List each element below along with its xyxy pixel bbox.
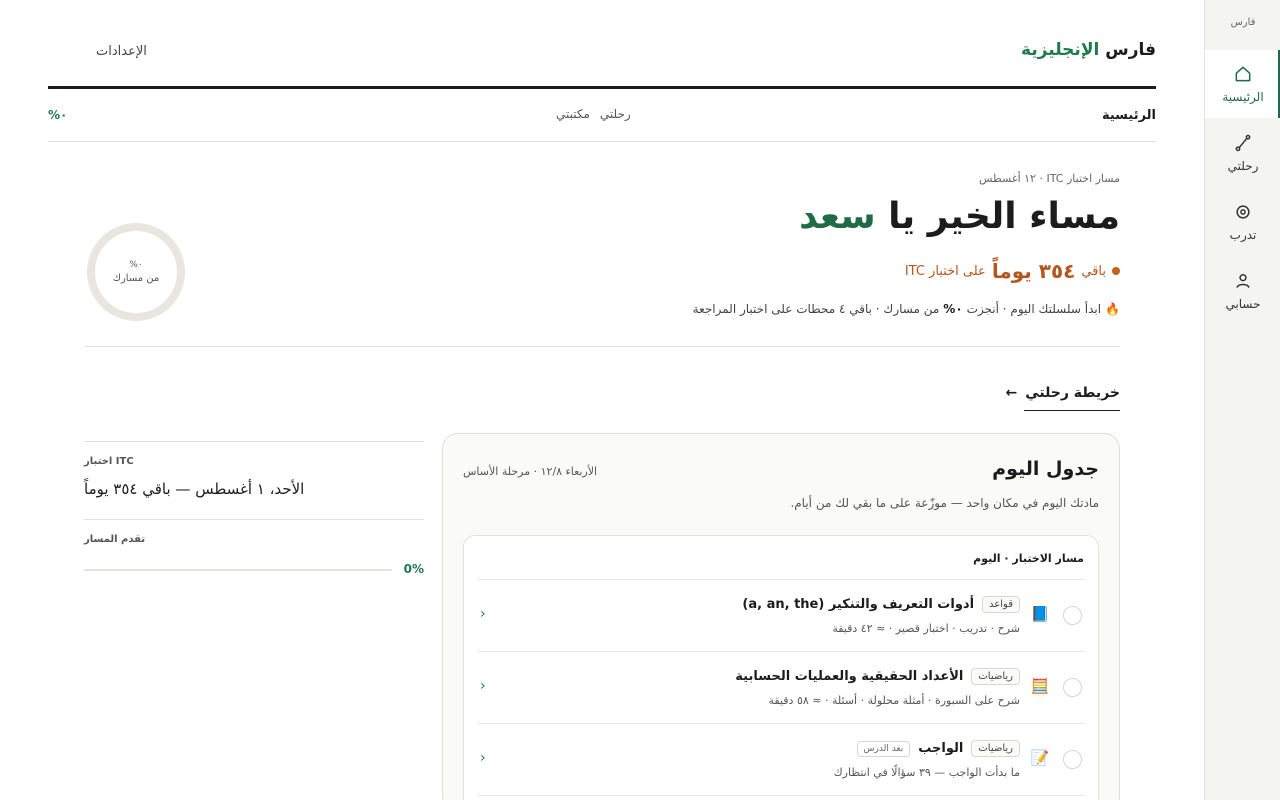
side-navigation: فارس الرئيسية رحلتي تدرب حسابي — [1204, 0, 1280, 800]
greeting-prefix: مساء الخير يا — [888, 196, 1120, 237]
ring-label: من مسارك — [112, 273, 160, 284]
lesson-details: شرح على السبورة · أمثلة محلولة · أسئلة ·… — [768, 694, 1021, 707]
chevron-left-icon[interactable]: ‹ — [480, 678, 486, 694]
subnav-links: رحلتي مكتبتي — [556, 107, 631, 121]
lesson-item[interactable]: 📘 قواعد أدوات التعريف والتنكير (a, an, t… — [478, 580, 1084, 652]
daily-schedule-card: جدول اليوم الأربعاء ١٢/٨ · مرحلة الأساس … — [442, 433, 1120, 800]
schedule-title: جدول اليوم — [992, 458, 1099, 480]
settings-link[interactable]: الإعدادات — [96, 44, 147, 59]
countdown-dot-icon — [1112, 267, 1120, 275]
sidebar-item-label: تدرب — [1229, 228, 1257, 242]
lesson-extra-tag: بعد الدرس — [856, 740, 911, 757]
lesson-details: ما بدأت الواجب — ٣٩ سؤالًا في انتظارك — [833, 766, 1020, 779]
sidebar-item-journey[interactable]: رحلتي — [1205, 119, 1280, 187]
lesson-name: أدوات التعريف والتنكير (a, an, the) — [742, 597, 975, 612]
brand-main: فارس — [1105, 40, 1156, 60]
ring-value: ٠% — [129, 260, 143, 270]
exam-countdown: باقي ٣٥٤ يوماً على اختبار ITC — [905, 259, 1120, 283]
countdown-days: ٣٥٤ يوماً — [991, 259, 1076, 283]
sidebar-brand: فارس — [1230, 17, 1256, 28]
user-name: سعد — [799, 196, 876, 237]
sidebar-item-label: حسابي — [1225, 297, 1261, 311]
fire-icon: 🔥 — [1105, 302, 1120, 316]
streak-percent: ٠% — [943, 302, 963, 316]
countdown-prefix: باقي — [1081, 263, 1106, 279]
lesson-details: شرح · تدريب · اختبار قصير · ≈ ٤٢ دقيقة — [832, 622, 1020, 635]
track-meta: مسار اختبار ITC · ١٢ أغسطس — [978, 172, 1120, 185]
lesson-item[interactable]: 🧮 رياضيات الأعداد الحقيقية والعمليات الح… — [478, 652, 1084, 724]
sidebar-item-label: رحلتي — [1227, 159, 1259, 173]
sidebar-item-practice[interactable]: تدرب — [1205, 188, 1280, 256]
lesson-subject-tag: رياضيات — [971, 740, 1020, 757]
streak-line: 🔥 ابدأ سلسلتك اليوم · أنجزت ٠% من مسارك … — [693, 302, 1120, 316]
schedule-date: الأربعاء ١٢/٨ · مرحلة الأساس — [463, 465, 598, 478]
user-icon — [1236, 274, 1250, 288]
progress-label: تقدم المسار — [84, 534, 146, 545]
hero-divider — [84, 346, 1120, 347]
book-icon: 📘 — [1030, 605, 1050, 623]
lesson-name: الواجب — [918, 741, 964, 756]
subnav-journey[interactable]: رحلتي — [600, 107, 631, 121]
lesson-header: قواعد أدوات التعريف والتنكير (a, an, the… — [742, 596, 1020, 613]
journey-map-link[interactable]: خريطة رحلتي ← — [1005, 376, 1120, 411]
sub-navigation: الرئيسية رحلتي مكتبتي ٠% — [48, 104, 1156, 142]
lesson-header: رياضيات الأعداد الحقيقية والعمليات الحسا… — [735, 668, 1020, 685]
sidebar-item-home[interactable]: الرئيسية — [1205, 50, 1280, 118]
exam-date-block: ITC اختبار الأحد، ١ أغسطس — باقي ٣٥٤ يوم… — [84, 441, 424, 520]
track-progress-block: تقدم المسار 0% — [84, 520, 424, 580]
streak-end: من مسارك · باقي ٤ محطات على اختبار المرا… — [692, 302, 940, 316]
chevron-left-icon[interactable]: ‹ — [480, 606, 486, 622]
path-icon — [1235, 134, 1251, 152]
greeting-heading: مساء الخير يا سعد — [799, 196, 1120, 237]
countdown-suffix: على اختبار ITC — [904, 263, 986, 279]
exam-date-value: الأحد، ١ أغسطس — باقي ٣٥٤ يوماً — [84, 480, 305, 498]
sidebar-item-account[interactable]: حسابي — [1205, 257, 1280, 325]
lesson-subject-tag: قواعد — [982, 596, 1020, 613]
subnav-library[interactable]: مكتبتي — [556, 107, 590, 121]
lesson-header: رياضيات الواجب بعد الدرس — [856, 740, 1020, 757]
lesson-name: الأعداد الحقيقية والعمليات الحسابية — [735, 669, 964, 684]
target-icon — [1236, 205, 1250, 219]
track-lessons-box: مسار الاختبار · اليوم 📘 قواعد أدوات التع… — [463, 535, 1099, 800]
abacus-icon: 🧮 — [1030, 677, 1050, 695]
chevron-left-icon[interactable]: ‹ — [480, 750, 486, 766]
arrow-left-icon: ← — [1005, 385, 1018, 401]
sidebar-item-label: الرئيسية — [1222, 90, 1264, 104]
lesson-subject-tag: رياضيات — [971, 668, 1020, 685]
streak-start: ابدأ سلسلتك اليوم · أنجزت — [966, 302, 1102, 316]
lesson-checkbox[interactable] — [1063, 750, 1082, 769]
track-title: مسار الاختبار · اليوم — [973, 552, 1084, 565]
subnav-home[interactable]: الرئيسية — [1102, 108, 1156, 123]
header-divider — [48, 86, 1156, 89]
progress-ring: ٠% من مسارك — [87, 223, 185, 321]
progress-percent: 0% — [403, 562, 424, 576]
lesson-item[interactable]: 📝 رياضيات الواجب بعد الدرس ما بدأت الواج… — [478, 724, 1084, 796]
journey-map-label: خريطة رحلتي — [1025, 385, 1120, 401]
lesson-checkbox[interactable] — [1063, 606, 1082, 625]
home-icon — [1235, 66, 1251, 82]
progress-bar — [84, 569, 392, 571]
memo-icon: 📝 — [1030, 749, 1050, 767]
app-brand[interactable]: فارس الإنجليزية — [1021, 40, 1156, 60]
exam-label: ITC اختبار — [84, 456, 134, 467]
schedule-description: مادتك اليوم في مكان واحد — موزّعة على ما… — [790, 496, 1099, 510]
subnav-progress-percent: ٠% — [48, 108, 68, 122]
lesson-checkbox[interactable] — [1063, 678, 1082, 697]
brand-accent: الإنجليزية — [1021, 40, 1100, 60]
